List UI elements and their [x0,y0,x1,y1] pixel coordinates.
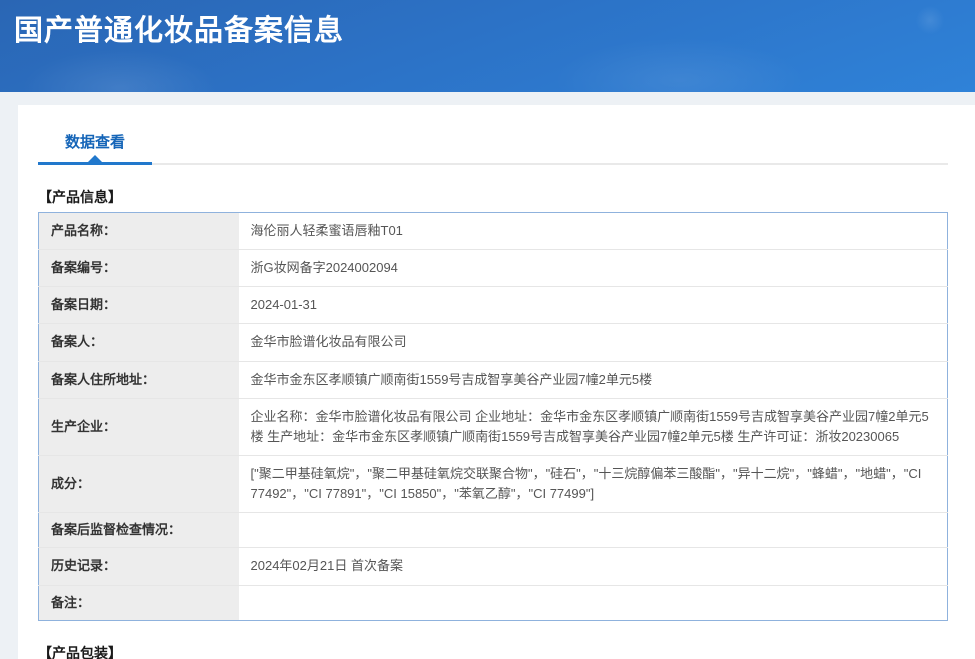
table-row: 历史记录： 2024年02月21日 首次备案 [38,547,948,586]
table-row: 产品名称： 海伦丽人轻柔蜜语唇釉T01 [38,212,948,250]
table-row: 生产企业： 企业名称：金华市脸谱化妆品有限公司 企业地址：金华市金东区孝顺镇广顺… [38,398,948,456]
active-tab-marker-icon [88,155,102,162]
row-value: 浙G妆网备字2024002094 [250,260,398,276]
table-row: 成分： ["聚二甲基硅氧烷"，"聚二甲基硅氧烷交联聚合物"，"硅石"，"十三烷醇… [38,455,948,513]
row-label: 备注： [38,585,239,621]
table-row: 备案编号： 浙G妆网备字2024002094 [38,249,948,287]
row-value: 2024-01-31 [250,297,318,313]
table-row: 备案人住所地址： 金华市金东区孝顺镇广顺南街1559号吉成智享美谷产业园7幢2单… [38,361,948,399]
content-panel: 数据查看 【产品信息】 产品名称： 海伦丽人轻柔蜜语唇釉T01 备案编号： 浙G… [18,105,975,659]
row-value: ["聚二甲基硅氧烷"，"聚二甲基硅氧烷交联聚合物"，"硅石"，"十三烷醇偏苯三酸… [250,465,922,502]
tab-bar: 数据查看 [38,129,948,165]
table-row: 备注： [38,585,948,621]
packaging-section-title: 【产品包装】 [38,644,122,659]
product-info-table: 产品名称： 海伦丽人轻柔蜜语唇釉T01 备案编号： 浙G妆网备字20240020… [38,212,948,621]
row-value [239,585,948,620]
row-value [239,513,948,548]
product-info-section-title: 【产品信息】 [38,189,122,205]
row-value: 金华市金东区孝顺镇广顺南街1559号吉成智享美谷产业园7幢2单元5楼 [250,371,653,387]
row-label: 产品名称： [38,212,239,250]
row-label: 备案人： [38,323,239,362]
row-value: 海伦丽人轻柔蜜语唇釉T01 [250,223,403,238]
row-label: 历史记录： [38,547,239,586]
row-label: 备案人住所地址： [38,361,239,399]
page-title: 国产普通化妆品备案信息 [14,15,345,47]
table-row: 备案日期： 2024-01-31 [38,286,948,324]
row-label: 成分： [38,455,239,513]
row-label: 备案编号： [38,249,239,287]
table-row: 备案人： 金华市脸谱化妆品有限公司 [38,323,948,362]
table-row: 备案后监督检查情况： [38,512,948,548]
row-label: 备案后监督检查情况： [38,512,239,548]
row-label: 备案日期： [38,286,239,324]
row-value: 2024年02月21日 首次备案 [250,558,403,574]
row-label: 生产企业： [38,398,239,456]
tab-data-view[interactable]: 数据查看 [38,129,153,165]
page-header: 国产普通化妆品备案信息 [0,0,975,92]
row-value: 金华市脸谱化妆品有限公司 [250,334,407,350]
tab-data-view-label: 数据查看 [65,134,126,151]
row-value: 企业名称：金华市脸谱化妆品有限公司 企业地址：金华市金东区孝顺镇广顺南街1559… [250,408,929,444]
